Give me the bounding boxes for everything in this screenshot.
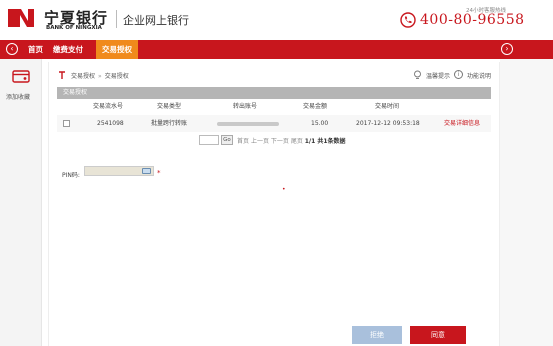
go-button[interactable]: Go (221, 135, 233, 145)
favorite-card-icon (12, 70, 30, 83)
nav-item-transaction-auth[interactable]: 交易授权 (96, 40, 138, 59)
nav-item-payment[interactable]: 缴费支付 (47, 40, 89, 59)
row-checkbox[interactable] (63, 120, 70, 127)
breadcrumb-item[interactable]: 交易授权 (71, 73, 95, 80)
page-number-input[interactable] (199, 135, 219, 145)
page-summary: 1/1 共1条数据 (304, 138, 346, 145)
breadcrumb: 交易授权» 交易授权 (71, 71, 129, 80)
serial-number: 2541098 (97, 120, 124, 127)
brand-divider (116, 10, 117, 28)
first-page-link[interactable]: 首页 (237, 138, 249, 145)
lightbulb-icon (414, 70, 421, 79)
tips-link[interactable]: 温馨提示 (426, 71, 450, 80)
breadcrumb-item: 交易授权 (104, 73, 129, 80)
brand-english-name: BANK OF NINGXIA (46, 25, 102, 31)
last-page-link[interactable]: 尾页 (291, 138, 303, 145)
phone-icon (400, 12, 416, 28)
add-favorite-button[interactable]: 添加收藏 (6, 92, 30, 101)
pin-location-icon (59, 71, 65, 79)
header: 宁夏银行 BANK OF NINGXIA 企业网上银行 24小时客服热线 400… (0, 0, 553, 40)
column-header: 交易类型 (157, 103, 182, 110)
prev-page-link[interactable]: 上一页 (251, 138, 269, 145)
nav-item-home[interactable]: 首页 (22, 40, 49, 59)
transaction-type: 批量跨行转账 (151, 120, 188, 127)
column-header: 交易时间 (375, 103, 400, 110)
table-header-row: 交易流水号 交易类型 转出账号 交易金额 交易时间 (57, 99, 491, 115)
table-row[interactable]: 2541098 批量跨行转账 15.00 2017-12-12 09:53:18… (57, 115, 491, 132)
nav-forward-arrow-icon[interactable]: › (501, 43, 513, 55)
pin-label: PIN码: (62, 172, 80, 179)
transaction-time: 2017-12-12 09:53:18 (356, 120, 420, 127)
left-sidebar: 添加收藏 (0, 59, 42, 346)
main-content: 交易授权» 交易授权 温馨提示 i 功能说明 交易授权 交易流水号 交易类型 转出… (48, 62, 500, 346)
transaction-amount: 15.00 (311, 120, 329, 127)
breadcrumb-separator: » (98, 73, 102, 80)
refuse-button[interactable]: 拒绝 (352, 326, 402, 344)
top-navigation: ‹ 首页 缴费支付 交易授权 › (0, 40, 553, 59)
required-mark: * (157, 169, 161, 177)
brand-subtitle: 企业网上银行 (123, 14, 189, 27)
column-header: 交易流水号 (93, 103, 124, 110)
transaction-table: 交易流水号 交易类型 转出账号 交易金额 交易时间 2541098 批量跨行转账… (57, 99, 491, 132)
pagination-links: 首页 上一页 下一页 尾页 1/1 共1条数据 (237, 136, 346, 145)
hotline-number: 400-80-96558 (420, 12, 525, 28)
column-header: 交易金额 (303, 103, 328, 110)
panel-title: 交易授权 (57, 87, 491, 99)
account-number-redacted (217, 122, 279, 126)
transaction-detail-link[interactable]: 交易详细信息 (444, 115, 480, 132)
soft-keyboard-icon[interactable] (142, 168, 151, 174)
right-gutter (500, 59, 553, 346)
agree-button[interactable]: 同意 (410, 326, 466, 344)
info-icon: i (454, 70, 463, 79)
bank-logo-icon (8, 9, 34, 27)
nav-back-arrow-icon[interactable]: ‹ (6, 43, 18, 55)
next-page-link[interactable]: 下一页 (271, 138, 289, 145)
column-header: 转出账号 (233, 103, 258, 110)
help-link[interactable]: 功能说明 (467, 71, 491, 80)
status-dot: • (282, 186, 286, 193)
